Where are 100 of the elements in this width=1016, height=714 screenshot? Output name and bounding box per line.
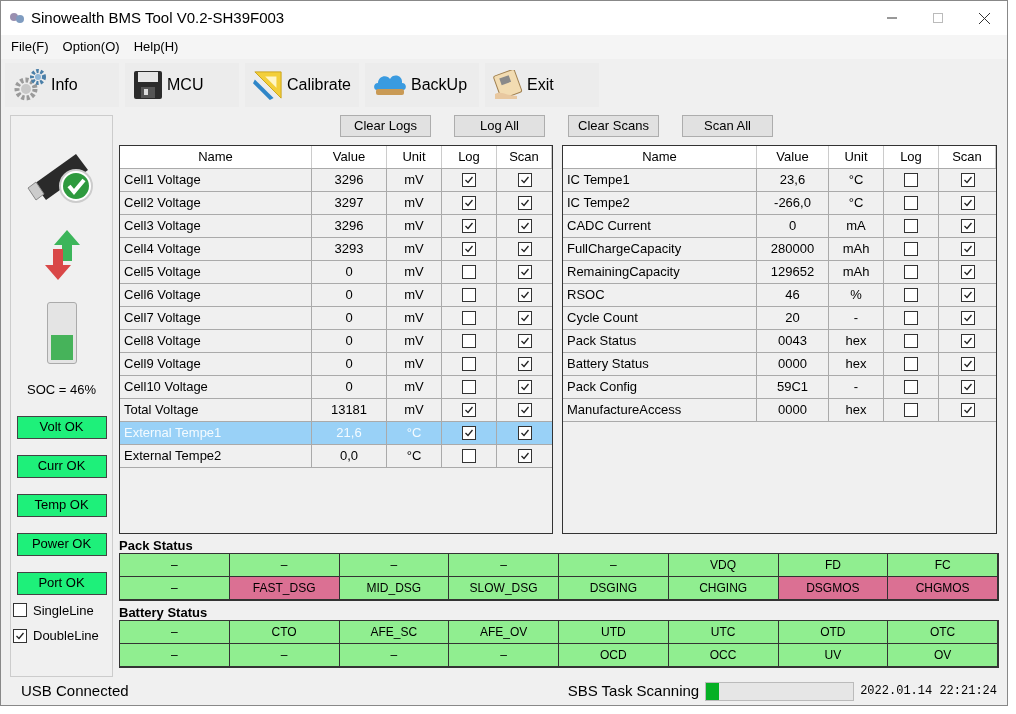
table-row[interactable]: Pack Status 0043 hex bbox=[563, 330, 996, 353]
scan-checkbox[interactable] bbox=[960, 242, 975, 256]
action-button[interactable]: Scan All bbox=[682, 115, 773, 137]
scan-checkbox[interactable] bbox=[960, 265, 975, 279]
table-row[interactable]: Battery Status 0000 hex bbox=[563, 353, 996, 376]
log-checkbox[interactable] bbox=[904, 196, 918, 210]
scan-checkbox[interactable] bbox=[517, 265, 532, 279]
scan-checkbox[interactable] bbox=[517, 449, 532, 463]
scan-checkbox[interactable] bbox=[960, 357, 975, 371]
column-header[interactable]: Value bbox=[312, 146, 387, 168]
toolbar-button[interactable]: Calibrate bbox=[245, 63, 359, 107]
table-row[interactable]: Cell3 Voltage 3296 mV bbox=[120, 215, 552, 238]
log-checkbox[interactable] bbox=[462, 380, 476, 394]
log-checkbox[interactable] bbox=[462, 449, 476, 463]
table-row[interactable]: Cell4 Voltage 3293 mV bbox=[120, 238, 552, 261]
scan-checkbox[interactable] bbox=[517, 196, 532, 210]
menu-item[interactable]: File(F) bbox=[5, 37, 55, 57]
table-row[interactable]: Cycle Count 20 - bbox=[563, 307, 996, 330]
scan-checkbox[interactable] bbox=[517, 334, 532, 348]
table-row[interactable]: Cell8 Voltage 0 mV bbox=[120, 330, 552, 353]
table-row[interactable]: ManufactureAccess 0000 hex bbox=[563, 399, 996, 422]
table-row[interactable]: IC Tempe2 -266,0 °C bbox=[563, 192, 996, 215]
log-checkbox[interactable] bbox=[462, 288, 476, 302]
column-header[interactable]: Scan bbox=[497, 146, 552, 168]
line-checkbox[interactable] bbox=[13, 603, 27, 618]
action-button[interactable]: Clear Logs bbox=[340, 115, 431, 137]
scan-checkbox[interactable] bbox=[960, 288, 975, 302]
table-row[interactable]: CADC Current 0 mA bbox=[563, 215, 996, 238]
scan-checkbox[interactable] bbox=[517, 403, 532, 417]
column-header[interactable]: Log bbox=[884, 146, 939, 168]
log-checkbox[interactable] bbox=[904, 265, 918, 279]
column-header[interactable]: Name bbox=[563, 146, 757, 168]
table-row[interactable]: FullChargeCapacity 280000 mAh bbox=[563, 238, 996, 261]
toolbar-button[interactable]: Info bbox=[5, 63, 119, 107]
scan-checkbox[interactable] bbox=[517, 380, 532, 394]
status-indicator[interactable]: Temp OK bbox=[16, 493, 107, 517]
table-row[interactable]: RemainingCapacity 129652 mAh bbox=[563, 261, 996, 284]
log-checkbox[interactable] bbox=[904, 242, 918, 256]
table-row[interactable]: Cell10 Voltage 0 mV bbox=[120, 376, 552, 399]
log-checkbox[interactable] bbox=[904, 311, 918, 325]
scan-checkbox[interactable] bbox=[960, 403, 975, 417]
table-row[interactable]: Cell6 Voltage 0 mV bbox=[120, 284, 552, 307]
log-checkbox[interactable] bbox=[462, 426, 476, 440]
table-row[interactable]: RSOC 46 % bbox=[563, 284, 996, 307]
scan-checkbox[interactable] bbox=[517, 219, 532, 233]
scan-checkbox[interactable] bbox=[517, 357, 532, 371]
table-row[interactable]: IC Tempe1 23,6 °C bbox=[563, 169, 996, 192]
column-header[interactable]: Log bbox=[442, 146, 497, 168]
scan-checkbox[interactable] bbox=[960, 196, 975, 210]
column-header[interactable]: Scan bbox=[939, 146, 996, 168]
log-checkbox[interactable] bbox=[462, 357, 476, 371]
menu-item[interactable]: Help(H) bbox=[127, 37, 185, 57]
table-row[interactable]: Total Voltage 13181 mV bbox=[120, 399, 552, 422]
log-checkbox[interactable] bbox=[904, 219, 918, 233]
action-button[interactable]: Log All bbox=[454, 115, 545, 137]
toolbar-button[interactable]: Exit bbox=[485, 63, 599, 107]
log-checkbox[interactable] bbox=[462, 334, 476, 348]
table-row[interactable]: Cell2 Voltage 3297 mV bbox=[120, 192, 552, 215]
log-checkbox[interactable] bbox=[462, 219, 476, 233]
log-checkbox[interactable] bbox=[904, 357, 918, 371]
table-row[interactable]: Cell1 Voltage 3296 mV bbox=[120, 169, 552, 192]
action-button[interactable]: Clear Scans bbox=[568, 115, 659, 137]
scan-checkbox[interactable] bbox=[960, 173, 975, 187]
log-checkbox[interactable] bbox=[462, 311, 476, 325]
table-row[interactable]: Cell5 Voltage 0 mV bbox=[120, 261, 552, 284]
menu-item[interactable]: Option(O) bbox=[56, 37, 126, 57]
scan-checkbox[interactable] bbox=[960, 311, 975, 325]
log-checkbox[interactable] bbox=[904, 380, 918, 394]
log-checkbox[interactable] bbox=[462, 173, 476, 187]
status-indicator[interactable]: Volt OK bbox=[16, 415, 107, 439]
table-row[interactable]: External Tempe2 0,0 °C bbox=[120, 445, 552, 468]
line-checkbox[interactable] bbox=[13, 628, 27, 643]
status-indicator[interactable]: Port OK bbox=[16, 571, 107, 595]
scan-checkbox[interactable] bbox=[517, 242, 532, 256]
status-indicator[interactable]: Power OK bbox=[16, 532, 107, 556]
table-row[interactable]: Pack Config 59C1 - bbox=[563, 376, 996, 399]
scan-checkbox[interactable] bbox=[517, 426, 532, 440]
log-checkbox[interactable] bbox=[462, 403, 476, 417]
column-header[interactable]: Value bbox=[757, 146, 829, 168]
table-row[interactable]: Cell7 Voltage 0 mV bbox=[120, 307, 552, 330]
toolbar-button[interactable]: MCU bbox=[125, 63, 239, 107]
log-checkbox[interactable] bbox=[904, 288, 918, 302]
status-indicator[interactable]: Curr OK bbox=[16, 454, 107, 478]
scan-checkbox[interactable] bbox=[960, 334, 975, 348]
scan-checkbox[interactable] bbox=[517, 311, 532, 325]
log-checkbox[interactable] bbox=[462, 265, 476, 279]
log-checkbox[interactable] bbox=[462, 196, 476, 210]
toolbar-button[interactable]: BackUp bbox=[365, 63, 479, 107]
scan-checkbox[interactable] bbox=[517, 173, 532, 187]
log-checkbox[interactable] bbox=[904, 334, 918, 348]
log-checkbox[interactable] bbox=[462, 242, 476, 256]
log-checkbox[interactable] bbox=[904, 403, 918, 417]
column-header[interactable]: Unit bbox=[829, 146, 884, 168]
table-row[interactable]: Cell9 Voltage 0 mV bbox=[120, 353, 552, 376]
column-header[interactable]: Name bbox=[120, 146, 312, 168]
scan-checkbox[interactable] bbox=[960, 380, 975, 394]
column-header[interactable]: Unit bbox=[387, 146, 442, 168]
scan-checkbox[interactable] bbox=[960, 219, 975, 233]
scan-checkbox[interactable] bbox=[517, 288, 532, 302]
log-checkbox[interactable] bbox=[904, 173, 918, 187]
